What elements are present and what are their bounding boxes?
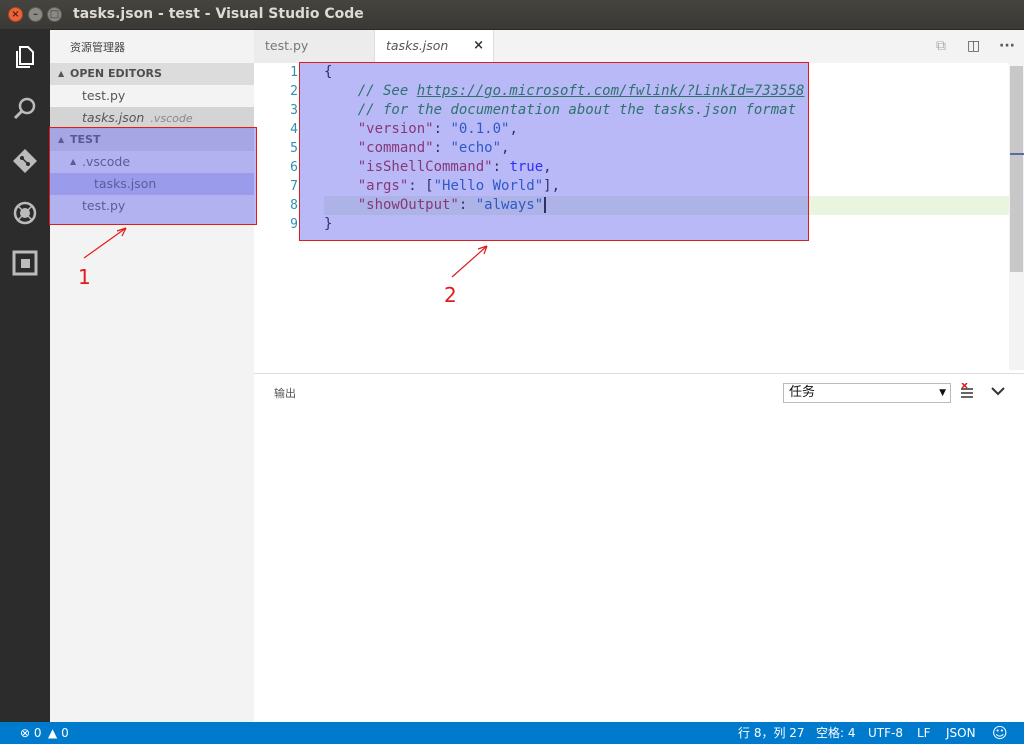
annotation-arrows bbox=[83, 227, 488, 278]
annotation-label-2: 2 bbox=[444, 283, 457, 307]
annotation-label-1: 1 bbox=[78, 265, 91, 289]
